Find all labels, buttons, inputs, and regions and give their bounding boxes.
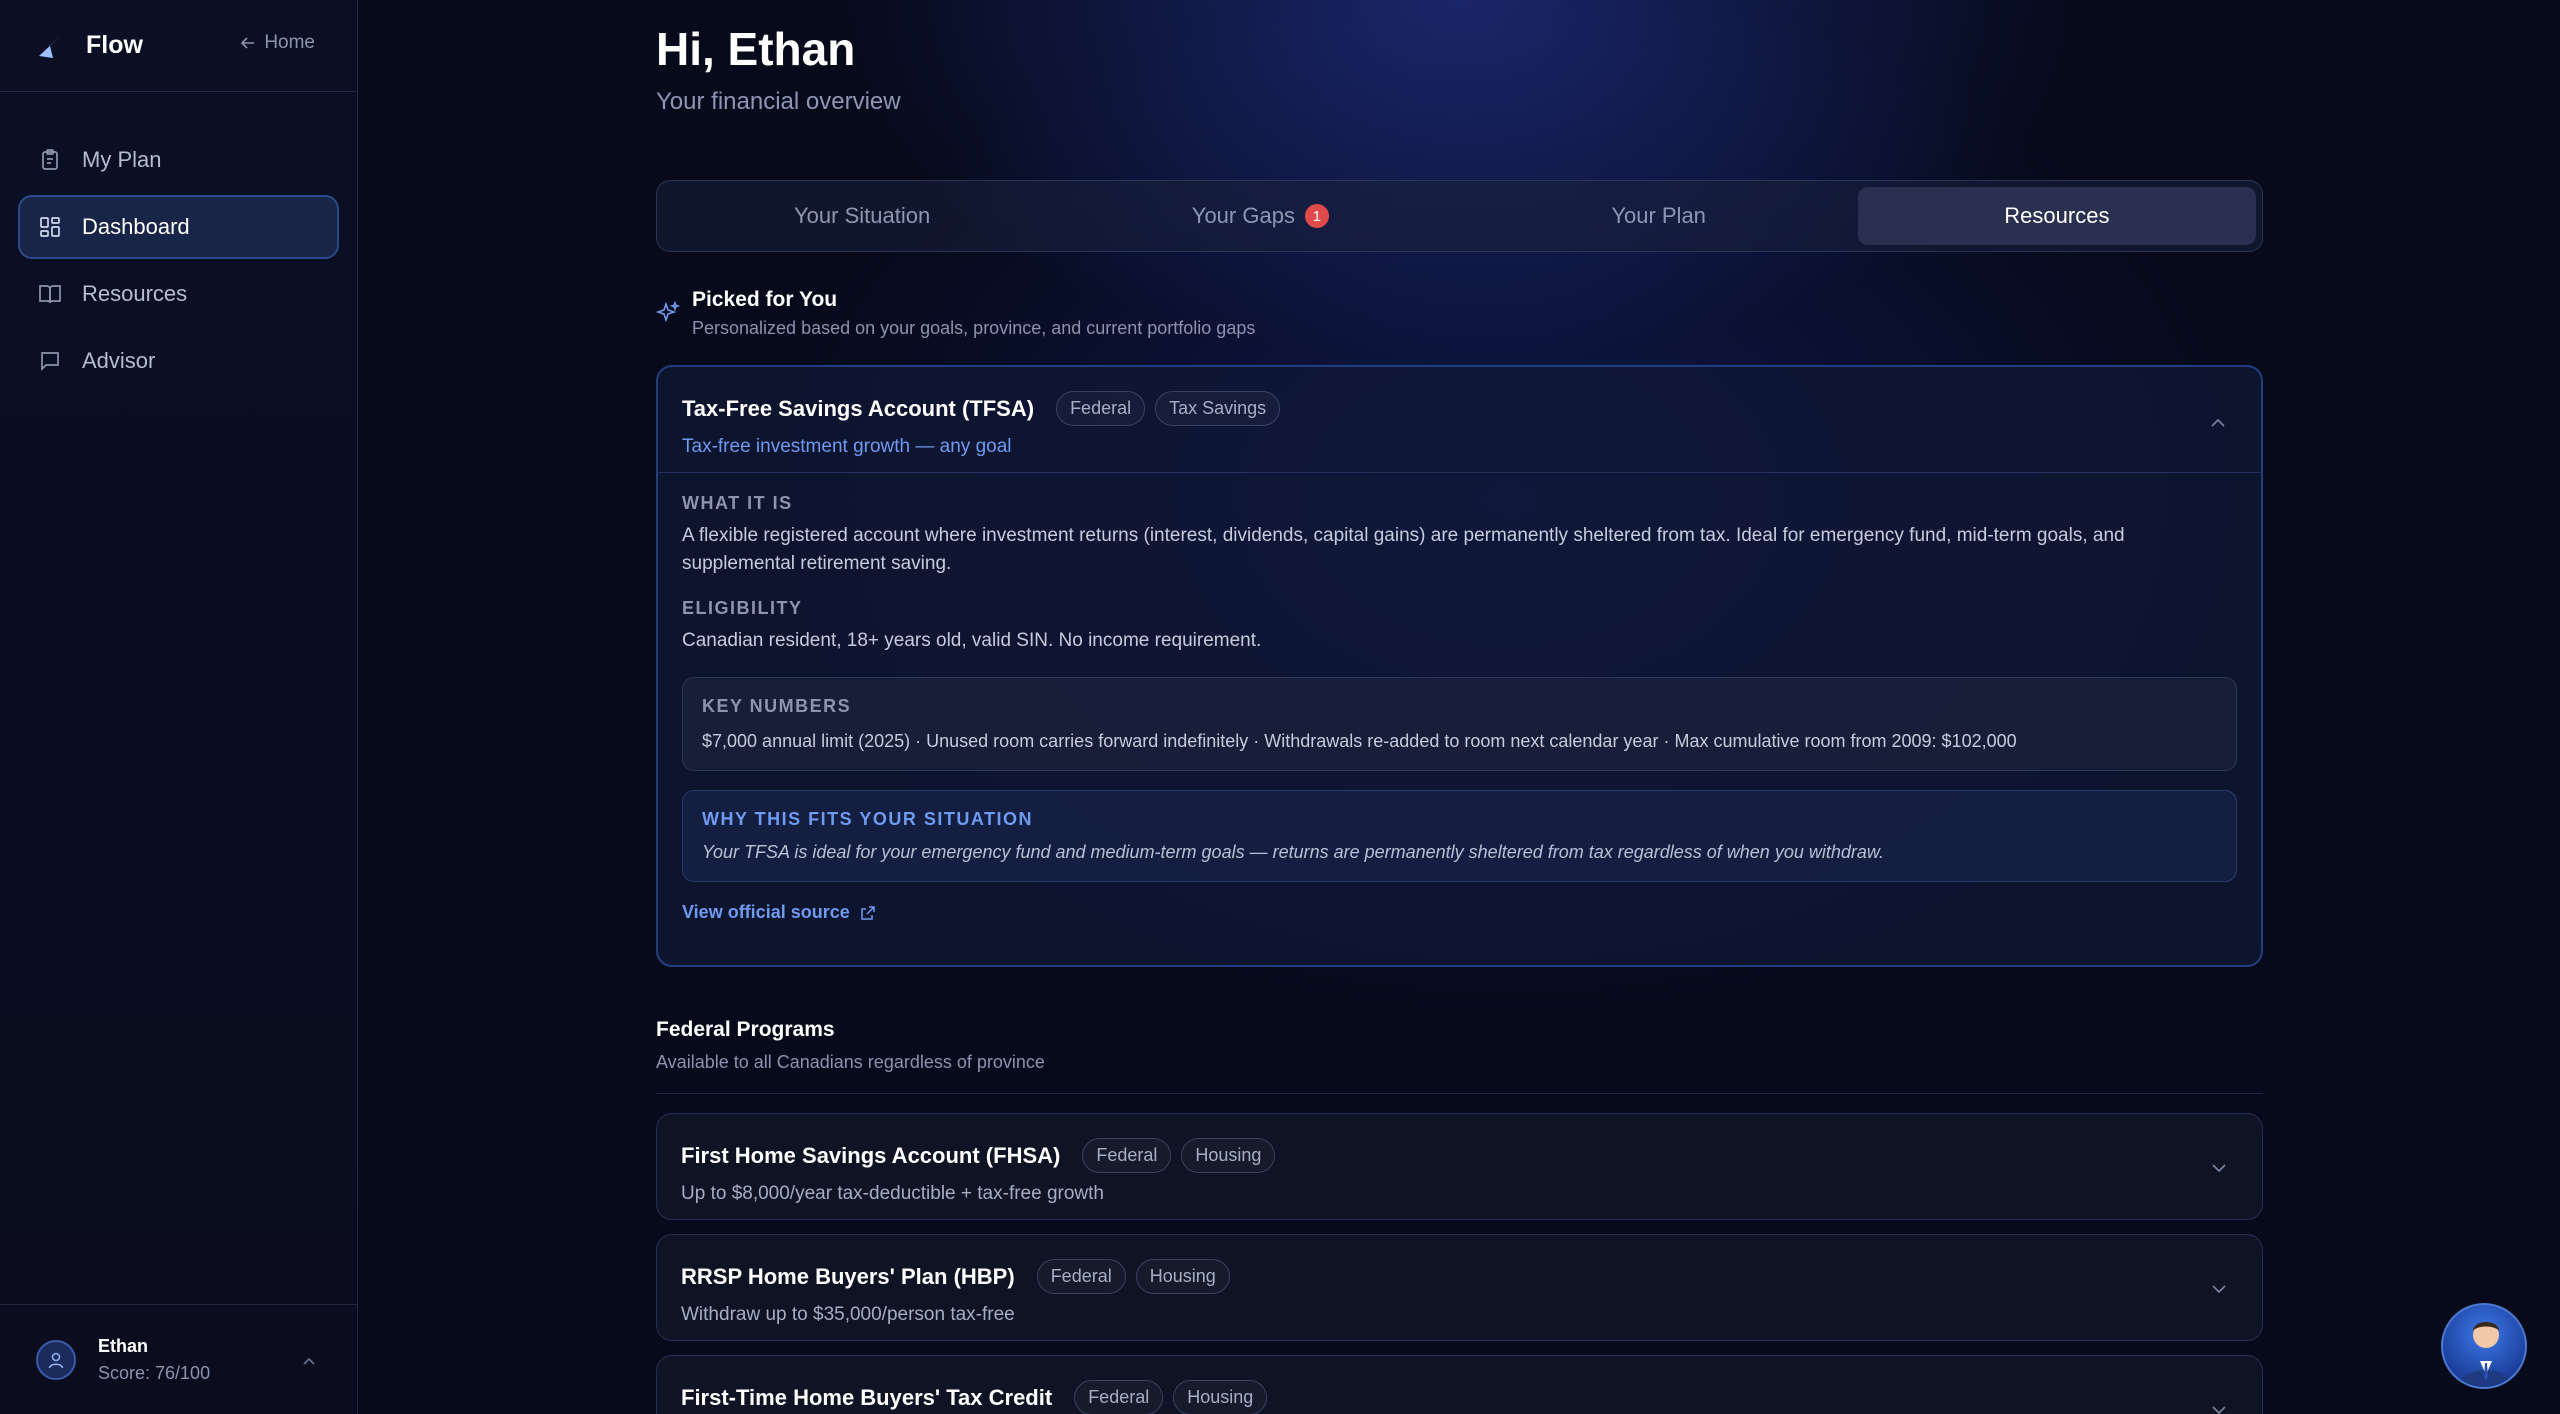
tag-pill: Housing — [1135, 1259, 1230, 1294]
user-name: Ethan — [98, 1335, 149, 1356]
sidebar-item-my-plan[interactable]: My Plan — [18, 128, 339, 192]
tab-label: Your Situation — [794, 203, 931, 228]
page-title: Hi, Ethan — [656, 23, 856, 75]
sidebar-item-advisor[interactable]: Advisor — [18, 329, 339, 393]
resource-title: Tax-Free Savings Account (TFSA) — [682, 395, 1035, 421]
chevron-up-icon — [303, 1357, 315, 1365]
what-it-is-text: A flexible registered account where inve… — [682, 525, 2125, 574]
divider — [656, 1093, 2263, 1094]
resource-card-header[interactable]: Tax-Free Savings Account (TFSA) Federal … — [658, 367, 2261, 473]
advisor-avatar-icon — [2458, 1322, 2514, 1387]
resource-card-home-buyers-tax-credit[interactable]: First-Time Home Buyers' Tax Credit Feder… — [656, 1355, 2263, 1414]
federal-programs-title: Federal Programs — [656, 1018, 835, 1041]
resource-title: RRSP Home Buyers' Plan (HBP) — [681, 1263, 1015, 1289]
arrow-left-icon — [241, 37, 255, 49]
sidebar-header: Flow Home — [0, 0, 357, 92]
tag-pill: Federal — [1074, 1380, 1164, 1414]
key-numbers-text: $7,000 annual limit (2025) · Unused room… — [702, 731, 2017, 751]
home-link[interactable]: Home — [240, 32, 315, 54]
dashboard-grid-icon — [40, 217, 60, 237]
sidebar: Flow Home My Plan Dashboard Resources Ad… — [0, 0, 358, 1414]
sidebar-item-resources[interactable]: Resources — [18, 262, 339, 326]
eligibility-label: ELIGIBILITY — [682, 598, 803, 618]
tab-your-gaps[interactable]: Your Gaps 1 — [1061, 187, 1459, 245]
user-score: Score: 76/100 — [98, 1362, 211, 1383]
tab-label: Your Plan — [1611, 203, 1706, 228]
view-official-source-link[interactable]: View official source — [682, 902, 2237, 923]
tag-pill: Federal — [1036, 1259, 1126, 1294]
what-it-is-label: WHAT IT IS — [682, 493, 793, 513]
why-fits-text: Your TFSA is ideal for your emergency fu… — [702, 842, 1884, 862]
sidebar-item-label: Resources — [82, 281, 188, 306]
user-menu[interactable]: Ethan Score: 76/100 — [0, 1304, 357, 1414]
resource-subtitle: Withdraw up to $35,000/person tax-free — [681, 1304, 1015, 1325]
sidebar-item-dashboard[interactable]: Dashboard — [18, 195, 339, 259]
chevron-up-icon — [2211, 418, 2225, 427]
resource-subtitle: Up to $8,000/year tax-deductible + tax-f… — [681, 1183, 1104, 1204]
tab-label: Your Gaps — [1191, 203, 1295, 228]
resource-card-hbp[interactable]: RRSP Home Buyers' Plan (HBP) Federal Hou… — [656, 1234, 2263, 1341]
tab-your-plan[interactable]: Your Plan — [1460, 187, 1858, 245]
sparkles-icon — [656, 301, 680, 323]
book-icon — [39, 285, 61, 304]
tag-pill: Federal — [1082, 1138, 1172, 1173]
chat-icon — [41, 352, 59, 372]
tab-your-situation[interactable]: Your Situation — [663, 187, 1061, 245]
resource-card-fhsa[interactable]: First Home Savings Account (FHSA) Federa… — [656, 1113, 2263, 1220]
main-content: Hi, Ethan Your financial overview Your S… — [359, 0, 2560, 1414]
key-numbers-box: KEY NUMBERS $7,000 annual limit (2025) ·… — [682, 677, 2237, 771]
app-name: Flow — [86, 31, 143, 59]
tag-pill: Federal — [1056, 391, 1146, 426]
picked-section-header: Picked for You Personalized based on you… — [656, 288, 1255, 339]
tab-label: Resources — [2004, 203, 2110, 228]
sidebar-item-label: Advisor — [82, 348, 156, 373]
page-subtitle: Your financial overview — [656, 88, 901, 115]
tab-bar: Your Situation Your Gaps 1 Your Plan Res… — [656, 180, 2263, 252]
resource-title: First-Time Home Buyers' Tax Credit — [681, 1384, 1053, 1410]
user-icon — [48, 1352, 64, 1368]
section-subtitle: Personalized based on your goals, provin… — [692, 318, 1256, 338]
chevron-down-icon — [2212, 1164, 2226, 1173]
flow-logo-icon — [39, 35, 60, 58]
resource-card-body: WHAT IT IS A flexible registered account… — [658, 473, 2261, 943]
sidebar-item-label: My Plan — [82, 147, 162, 172]
chevron-down-icon — [2212, 1285, 2226, 1294]
advisor-chat-button[interactable] — [2441, 1303, 2527, 1389]
tag-pill: Housing — [1181, 1138, 1276, 1173]
section-title: Picked for You — [692, 288, 838, 311]
tag-pill: Housing — [1173, 1380, 1268, 1414]
sidebar-item-label: Dashboard — [82, 214, 190, 239]
external-link-icon — [860, 905, 875, 920]
tab-resources[interactable]: Resources — [1857, 187, 2256, 245]
why-fits-box: WHY THIS FITS YOUR SITUATION Your TFSA i… — [682, 790, 2237, 882]
source-link-label: View official source — [682, 902, 850, 922]
tag-pill: Tax Savings — [1155, 391, 1281, 426]
home-link-label: Home — [264, 32, 315, 53]
resource-tagline: Tax-free investment growth — any goal — [682, 436, 1012, 457]
eligibility-text: Canadian resident, 18+ years old, valid … — [682, 630, 1262, 651]
chevron-down-icon — [2212, 1406, 2226, 1414]
resource-card-tfsa: Tax-Free Savings Account (TFSA) Federal … — [656, 365, 2263, 967]
resource-title: First Home Savings Account (FHSA) — [681, 1142, 1061, 1168]
avatar — [36, 1339, 76, 1380]
sidebar-nav: My Plan Dashboard Resources Advisor — [0, 128, 357, 393]
clipboard-icon — [42, 149, 58, 170]
gaps-count-badge: 1 — [1304, 204, 1329, 228]
federal-programs-subtitle: Available to all Canadians regardless of… — [656, 1052, 1045, 1072]
why-fits-label: WHY THIS FITS YOUR SITUATION — [702, 809, 1034, 829]
key-numbers-label: KEY NUMBERS — [702, 696, 852, 716]
